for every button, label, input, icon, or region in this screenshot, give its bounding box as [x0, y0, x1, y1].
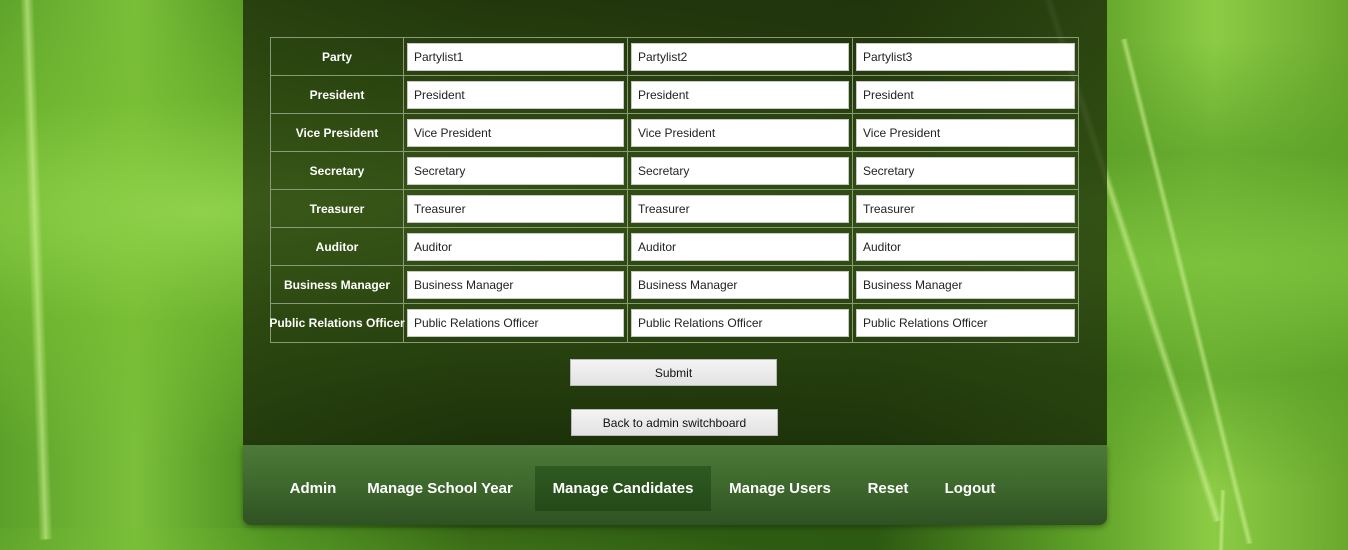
nav-item-manage-users[interactable]: Manage Users: [719, 466, 841, 511]
submit-button[interactable]: Submit: [570, 359, 777, 386]
partylist2-vice-president-input[interactable]: [631, 118, 849, 147]
table-cell: [853, 76, 1078, 114]
table-cell: [628, 76, 853, 114]
partylist2-treasurer-input[interactable]: [631, 194, 849, 223]
partylist3-secretary-input[interactable]: [856, 156, 1075, 185]
table-cell: [628, 304, 853, 342]
table-cell: [628, 114, 853, 152]
partylist3-auditor-input[interactable]: [856, 232, 1075, 261]
row-label-secretary: Secretary: [271, 152, 404, 190]
partylist2-business-manager-input[interactable]: [631, 270, 849, 299]
table-cell: [853, 38, 1078, 76]
table-cell: [404, 304, 628, 342]
table-cell: [404, 190, 628, 228]
table-cell: [628, 38, 853, 76]
nav-item-admin[interactable]: Admin: [279, 466, 347, 511]
grass-blade-decoration: [1217, 490, 1226, 550]
table-cell: [853, 304, 1078, 342]
main-nav: Admin Manage School Year Manage Candidates…: [243, 445, 1107, 525]
table-cell: [853, 114, 1078, 152]
table-cell: [628, 152, 853, 190]
row-label-public-relations-officer: Public Relations Officer: [269, 304, 405, 342]
table-cell: [404, 38, 628, 76]
table-cell: [404, 76, 628, 114]
partylist3-vice-president-input[interactable]: [856, 118, 1075, 147]
table-cell: [404, 266, 628, 304]
back-to-admin-switchboard-button[interactable]: Back to admin switchboard: [571, 409, 778, 436]
row-label-vice-president: Vice President: [271, 114, 404, 152]
table-cell: [404, 114, 628, 152]
partylist1-party-input[interactable]: [407, 42, 624, 71]
partylist2-public-relations-officer-input[interactable]: [631, 309, 849, 337]
partylist1-public-relations-officer-input[interactable]: [407, 309, 624, 337]
table-cell: [404, 228, 628, 266]
row-label-president: President: [271, 76, 404, 114]
partylist2-auditor-input[interactable]: [631, 232, 849, 261]
partylist2-president-input[interactable]: [631, 80, 849, 109]
partylist2-secretary-input[interactable]: [631, 156, 849, 185]
nav-item-reset[interactable]: Reset: [855, 466, 921, 511]
table-cell: [628, 228, 853, 266]
partylist1-auditor-input[interactable]: [407, 232, 624, 261]
partylist3-party-input[interactable]: [856, 42, 1075, 71]
partylist3-treasurer-input[interactable]: [856, 194, 1075, 223]
table-cell: [853, 152, 1078, 190]
partylist1-treasurer-input[interactable]: [407, 194, 624, 223]
nav-item-manage-candidates[interactable]: Manage Candidates: [535, 466, 711, 511]
partylist3-public-relations-officer-input[interactable]: [856, 309, 1075, 337]
partylist1-business-manager-input[interactable]: [407, 270, 624, 299]
table-cell: [853, 266, 1078, 304]
partylist1-president-input[interactable]: [407, 80, 624, 109]
row-label-treasurer: Treasurer: [271, 190, 404, 228]
partylist1-secretary-input[interactable]: [407, 156, 624, 185]
table-cell: [853, 190, 1078, 228]
row-label-auditor: Auditor: [271, 228, 404, 266]
table-cell: [628, 266, 853, 304]
candidates-table: PartyPresidentVice PresidentSecretaryTre…: [269, 37, 1079, 343]
row-label-business-manager: Business Manager: [271, 266, 404, 304]
nav-item-manage-school-year[interactable]: Manage School Year: [359, 466, 521, 511]
table-cell: [404, 152, 628, 190]
nav-item-logout[interactable]: Logout: [935, 466, 1005, 511]
partylist2-party-input[interactable]: [631, 42, 849, 71]
partylist3-business-manager-input[interactable]: [856, 270, 1075, 299]
partylist3-president-input[interactable]: [856, 80, 1075, 109]
table-cell: [853, 228, 1078, 266]
row-label-party: Party: [271, 38, 404, 76]
table-cell: [628, 190, 853, 228]
grass-blade-decoration: [20, 0, 53, 540]
partylist1-vice-president-input[interactable]: [407, 118, 624, 147]
